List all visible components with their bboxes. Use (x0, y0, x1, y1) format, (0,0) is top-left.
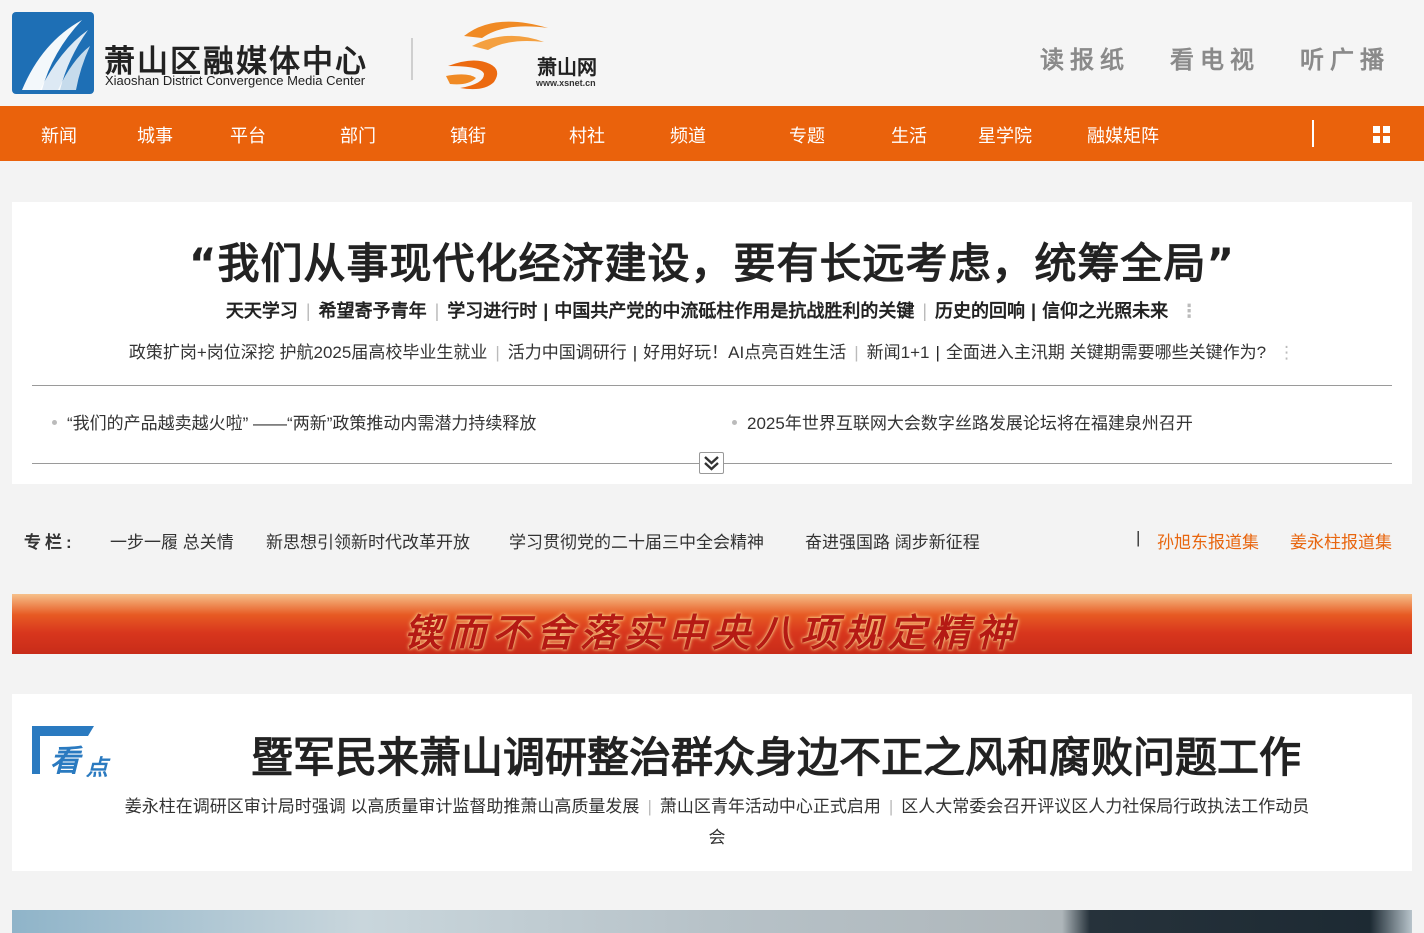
promo-banner[interactable]: 锲而不舍落实中央八项规定精神 (12, 594, 1412, 654)
column-link[interactable]: 一步一履 总关情 (110, 528, 234, 553)
logo-divider (411, 38, 413, 80)
sub-link[interactable]: 历史的回响 (935, 301, 1025, 321)
more-dots-icon[interactable]: ⋮ (1278, 343, 1295, 362)
nav-item-media-matrix[interactable]: 融媒矩阵 (1087, 122, 1159, 148)
columns-separator: | (1136, 528, 1141, 547)
bullet-icon (52, 420, 57, 426)
highlights-links: 姜永柱在调研区审计局时强调 以高质量审计监督助推萧山高质量发展 | 萧山区青年活动中… (124, 797, 1310, 847)
banner-text: 锲而不舍落实中央八项规定精神 (403, 610, 1020, 654)
watch-tv-link[interactable]: 看电视 (1170, 40, 1260, 75)
sub-link[interactable]: 信仰之光照未来 (1042, 301, 1168, 321)
main-nav: 新闻 城事 平台 部门 镇街 村社 频道 专题 生活 星学院 融媒矩阵 (0, 106, 1424, 161)
site-header: 萧山区融媒体中心 Xiaoshan District Convergence M… (0, 0, 1424, 106)
divider (32, 385, 1392, 386)
sub-link[interactable]: 学习进行时 (447, 301, 537, 321)
sub-link[interactable]: 政策扩岗+岗位深挖 护航2025届高校毕业生就业 (129, 343, 487, 362)
expand-chevron-icon[interactable] (699, 452, 724, 474)
sub-link[interactable]: 希望寄予青年 (319, 301, 427, 321)
headline-title[interactable]: “我们从事现代化经济建设，要有长远考虑，统筹全局” (12, 230, 1412, 291)
xsnet-url: www.xsnet.cn (536, 78, 596, 88)
highlights-title[interactable]: 暨军民来萧山调研整治群众身边不正之风和腐败问题工作 (12, 724, 1424, 785)
headline-panel: “我们从事现代化经济建设，要有长远考虑，统筹全局” 天天学习 | 希望寄予青年 | 学习… (12, 202, 1412, 484)
read-newspaper-link[interactable]: 读报纸 (1040, 40, 1130, 75)
nav-item-academy[interactable]: 星学院 (978, 122, 1032, 148)
xsnet-name[interactable]: 萧山网 (537, 51, 597, 80)
news-item[interactable]: 2025年世界互联网大会数字丝路发展论坛将在福建泉州召开 (732, 409, 1193, 434)
listen-radio-link[interactable]: 听广播 (1300, 40, 1390, 75)
bullet-icon (732, 420, 737, 426)
highlights-badge-char: 看 (50, 744, 80, 779)
logo-subtitle: Xiaoshan District Convergence Media Cent… (105, 73, 366, 88)
column-link[interactable]: 学习贯彻党的二十届三中全会精神 (509, 528, 764, 553)
news-item[interactable]: “我们的产品越卖越火啦” ——“两新”政策推动内需潜力持续释放 (52, 409, 536, 434)
news-item-label: 2025年世界互联网大会数字丝路发展论坛将在福建泉州召开 (747, 414, 1193, 433)
nav-item-villages[interactable]: 村社 (569, 122, 605, 148)
report-collection-link[interactable]: 姜永柱报道集 (1290, 528, 1392, 553)
nav-item-topics[interactable]: 专题 (789, 122, 825, 148)
nav-item-platform[interactable]: 平台 (230, 122, 266, 148)
headline-sub-links-1: 天天学习 | 希望寄予青年 | 学习进行时 | 中国共产党的中流砥柱作用是抗战胜利的关键 | 历… (225, 301, 1199, 321)
grid-menu-icon[interactable] (1373, 126, 1390, 143)
highlight-link[interactable]: 萧山区青年活动中心正式启用 (660, 797, 881, 816)
sub-link[interactable]: 活力中国调研行 (508, 343, 627, 362)
nav-item-news[interactable]: 新闻 (41, 122, 77, 148)
highlight-link[interactable]: 姜永柱在调研区审计局时强调 以高质量审计监督助推萧山高质量发展 (125, 797, 640, 816)
special-columns: 专栏: 一步一履 总关情 新思想引领新时代改革开放 学习贯彻党的二十届三中全会精… (24, 528, 1414, 552)
photo-carousel-image[interactable] (12, 910, 1412, 933)
nav-separator (1312, 120, 1314, 147)
more-dots-icon[interactable]: ⋮ (1180, 301, 1198, 321)
nav-item-towns[interactable]: 镇街 (450, 122, 486, 148)
column-link[interactable]: 新思想引领新时代改革开放 (266, 528, 470, 553)
sub-link[interactable]: 天天学习 (226, 301, 298, 321)
nav-item-city[interactable]: 城事 (137, 122, 173, 148)
highlights-badge-char: 点 (86, 755, 109, 781)
news-item-label: “我们的产品越卖越火啦” ——“两新”政策推动内需潜力持续释放 (67, 414, 537, 433)
column-link[interactable]: 奋进强国路 阔步新征程 (805, 528, 980, 553)
highlights-panel: 暨军民来萧山调研整治群众身边不正之风和腐败问题工作 姜永柱在调研区审计局时强调 … (12, 694, 1412, 871)
nav-item-departments[interactable]: 部门 (340, 122, 376, 148)
sub-link[interactable]: 好用好玩！AI点亮百姓生活 (643, 343, 846, 362)
logo-icon[interactable] (12, 12, 94, 94)
sub-link[interactable]: 新闻1+1 (867, 343, 930, 362)
columns-label: 专栏: (24, 533, 76, 552)
headline-sub-links-2: 政策扩岗+岗位深挖 护航2025届高校毕业生就业 | 活力中国调研行 | 好用好玩！AI… (128, 343, 1296, 362)
sub-link[interactable]: 中国共产党的中流砥柱作用是抗战胜利的关键 (554, 301, 914, 321)
nav-item-channels[interactable]: 频道 (670, 122, 706, 148)
nav-item-life[interactable]: 生活 (891, 122, 927, 148)
report-collection-link[interactable]: 孙旭东报道集 (1157, 528, 1259, 553)
top-links: 读报纸 看电视 听广播 (1040, 40, 1390, 75)
sub-link[interactable]: 全面进入主汛期 关键期需要哪些关键作为? (946, 343, 1266, 362)
